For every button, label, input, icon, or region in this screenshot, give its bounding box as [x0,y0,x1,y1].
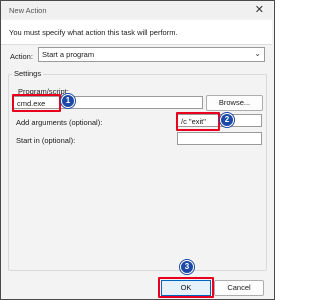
start-in-label: Start in (optional): [16,136,76,145]
action-selected-value: Start a program [42,50,95,59]
highlight-box-arguments [176,112,220,131]
title-bar: New Action ✕ [1,1,272,19]
action-label: Action: [10,52,33,61]
highlight-box-ok [158,277,214,298]
chevron-down-icon: ⌄ [254,49,261,58]
browse-button[interactable]: Browse... [206,95,263,111]
action-dropdown[interactable]: Start a program ⌄ [38,47,265,62]
step-badge-3: 3 [180,260,194,274]
start-in-input[interactable] [177,132,262,145]
info-banner: You must specify what action this task w… [1,20,272,45]
arguments-label: Add arguments (optional): [16,118,103,127]
banner-message: You must specify what action this task w… [9,28,178,37]
close-icon[interactable]: ✕ [255,3,264,17]
window-title: New Action [9,6,47,15]
cancel-button[interactable]: Cancel [214,280,264,296]
step-badge-1: 1 [61,94,75,108]
highlight-box-program [12,94,61,112]
step-badge-2: 2 [220,113,234,127]
settings-label: Settings [12,69,44,78]
